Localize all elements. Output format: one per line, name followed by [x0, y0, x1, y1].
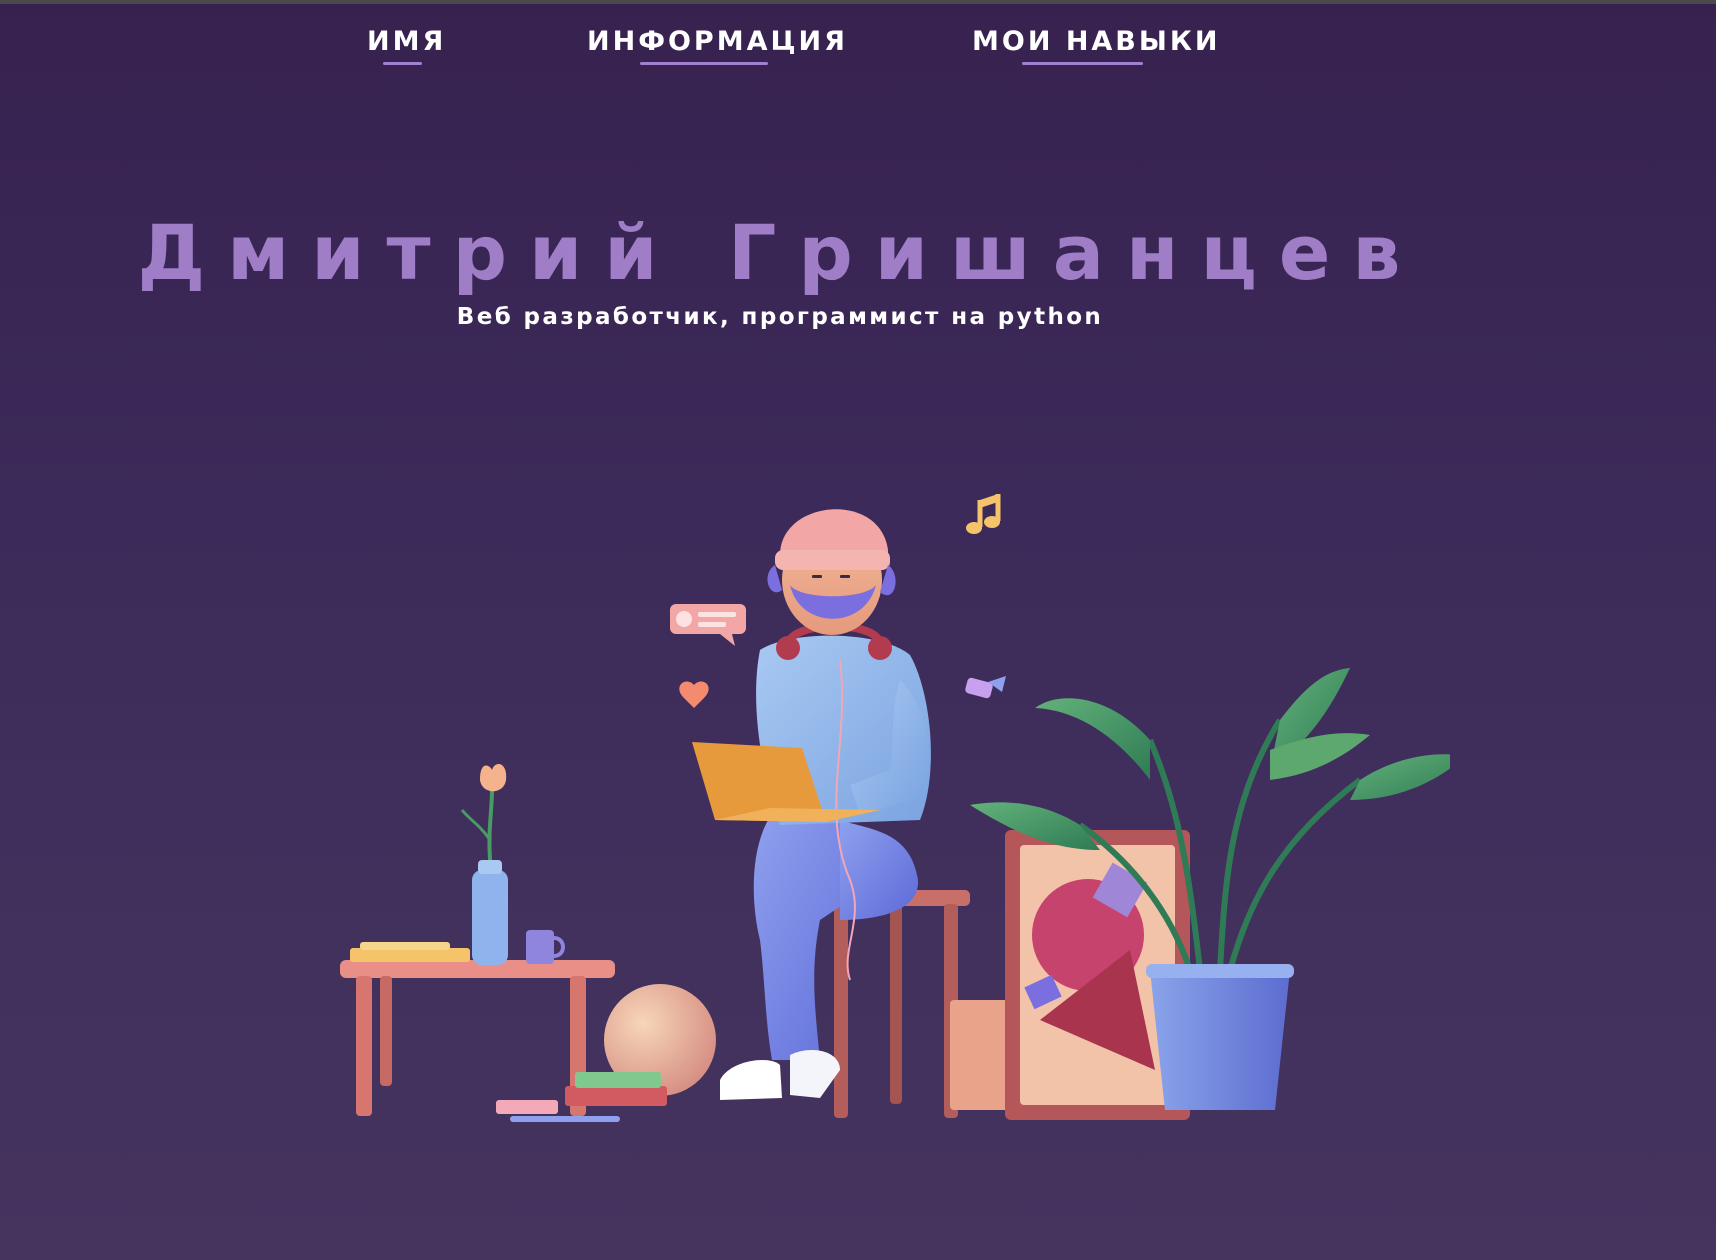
nav-link-name[interactable]: ИМЯ	[367, 26, 446, 57]
nav-underline-info	[640, 62, 768, 65]
page-subtitle: Веб разработчик, программист на python	[456, 304, 1104, 330]
nav-underline-name	[383, 62, 422, 65]
main-nav: ИМЯ ИНФОРМАЦИЯ МОИ НАВЫКИ	[0, 0, 1716, 100]
message-icon	[965, 676, 1006, 699]
nav-link-info[interactable]: ИНФОРМАЦИЯ	[587, 26, 848, 57]
heart-icon	[679, 681, 709, 708]
chat-bubble-icon	[670, 604, 746, 646]
stool	[830, 890, 970, 1118]
developer-with-laptop-illustration	[340, 494, 1450, 1122]
music-note-icon	[966, 494, 1001, 534]
side-table	[340, 764, 615, 1116]
page-title: Дмитрий Гришанцев	[137, 208, 1423, 297]
nav-link-skills[interactable]: МОИ НАВЫКИ	[972, 26, 1221, 57]
nav-underline-skills	[1022, 62, 1143, 65]
